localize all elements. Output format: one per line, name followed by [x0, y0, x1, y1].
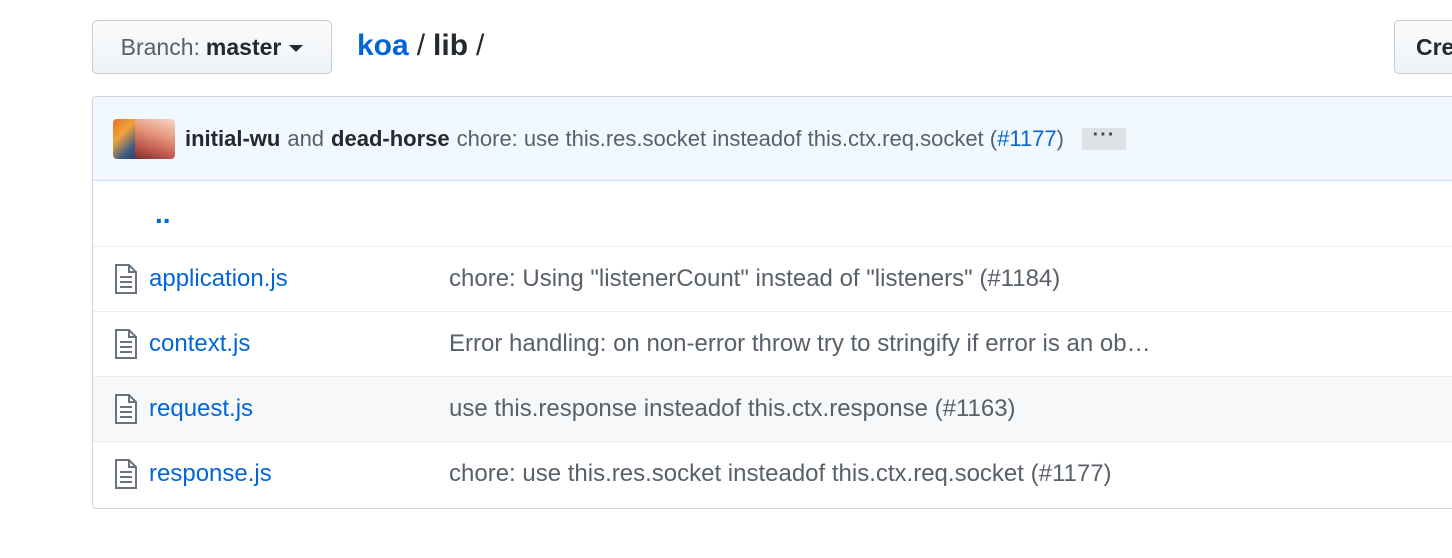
- breadcrumb: koa / lib /: [357, 24, 492, 68]
- table-row: context.js Error handling: on non-error …: [93, 311, 1452, 376]
- caret-down-icon: [289, 44, 304, 52]
- commit-conjunction: and: [287, 125, 325, 151]
- file-commit-message[interactable]: chore: Using "listenerCount" instead of …: [449, 265, 1060, 293]
- commit-author-link[interactable]: initial-wu: [185, 126, 280, 152]
- breadcrumb-separator: /: [416, 29, 426, 62]
- file-icon: [114, 459, 138, 489]
- file-name-link[interactable]: application.js: [149, 265, 449, 293]
- table-row: request.js use this.response insteadof t…: [93, 376, 1452, 441]
- branch-label: Branch:: [120, 33, 200, 60]
- file-commit-message[interactable]: Error handling: on non-error throw try t…: [449, 330, 1151, 358]
- commit-author-link[interactable]: dead-horse: [331, 126, 450, 152]
- file-commit-message[interactable]: use this.response insteadof this.ctx.res…: [449, 395, 1016, 423]
- parent-directory-row: ..: [93, 181, 1452, 246]
- file-name-link[interactable]: context.js: [149, 330, 449, 358]
- table-row: application.js chore: Using "listenerCou…: [93, 246, 1452, 311]
- file-list: initial-wu and dead-horse chore: use thi…: [92, 96, 1452, 509]
- parent-directory-link[interactable]: ..: [155, 199, 171, 227]
- expand-commit-button[interactable]: ···: [1081, 125, 1126, 150]
- repo-file-browser: Branch: master koa/lib/ Create new file …: [0, 0, 1452, 558]
- table-row: response.js chore: use this.res.socket i…: [93, 441, 1452, 506]
- branch-name: master: [205, 33, 282, 60]
- avatar[interactable]: [135, 118, 175, 159]
- commit-message[interactable]: chore: use this.res.socket insteadof thi…: [457, 126, 1064, 152]
- create-new-file-button[interactable]: Create new file: [1394, 20, 1452, 74]
- file-icon: [114, 329, 138, 359]
- commit-message-end: ): [1056, 125, 1064, 151]
- commit-pr-link[interactable]: #1177: [997, 126, 1057, 151]
- breadcrumb-current-dir: lib: [433, 29, 469, 62]
- file-commit-message[interactable]: chore: use this.res.socket insteadof thi…: [449, 460, 1112, 488]
- commit-message-text: chore: use this.res.socket insteadof thi…: [456, 125, 998, 151]
- breadcrumb-repo-link[interactable]: koa: [357, 29, 409, 62]
- file-icon: [114, 264, 138, 294]
- branch-select-button[interactable]: Branch: master: [92, 20, 332, 74]
- file-name-link[interactable]: response.js: [149, 460, 449, 488]
- file-name-link[interactable]: request.js: [149, 395, 449, 423]
- avatar-stack: [113, 118, 175, 159]
- file-icon: [114, 394, 138, 424]
- breadcrumb-separator-trailing: /: [476, 29, 485, 62]
- latest-commit-bar: initial-wu and dead-horse chore: use thi…: [93, 97, 1452, 181]
